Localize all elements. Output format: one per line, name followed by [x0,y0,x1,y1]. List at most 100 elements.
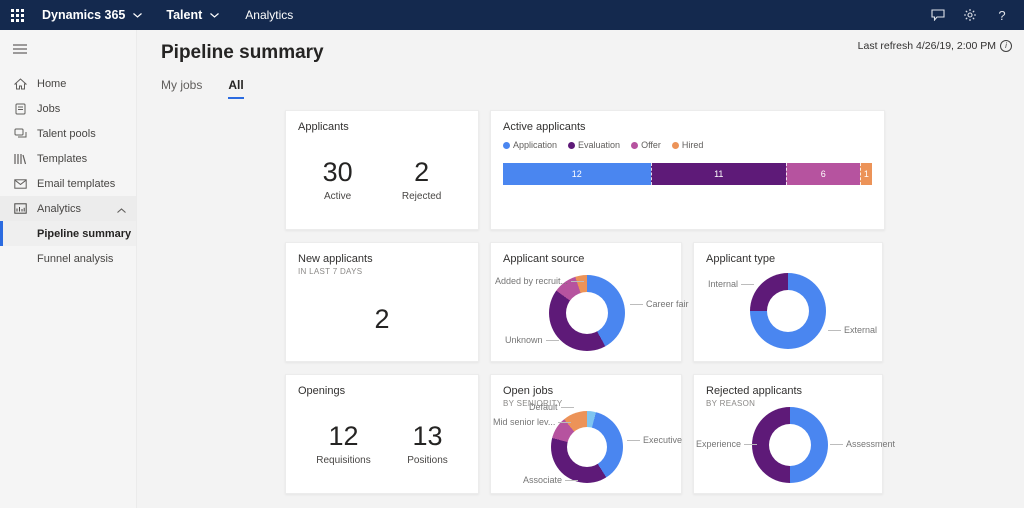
sidebar-item-talent-pools[interactable]: Talent pools [0,121,136,146]
card-title: Openings [298,385,346,397]
kpi-value: 30 [322,157,353,187]
donut-chart-applicant-source [549,275,625,351]
card-title: Applicant source [503,253,585,265]
sidebar-subitem-label: Funnel analysis [37,252,114,265]
donut-label-career-fair: Career fair [630,299,689,309]
kpi-value: 13 [412,421,443,451]
sidebar-item-email-templates[interactable]: Email templates [0,171,136,196]
help-icon[interactable]: ? [986,0,1018,30]
card-subtitle: BY SENIORITY [503,399,563,408]
kpi-requisitions: 12 Requisitions [316,421,370,466]
info-icon[interactable]: i [1000,40,1012,52]
donut-label-associate: Associate [523,475,579,485]
chart-legend: Application Evaluation Offer Hired [503,140,872,150]
legend-label: Application [513,140,558,150]
card-subtitle: IN LAST 7 DAYS [298,267,363,276]
sidebar-item-templates[interactable]: Templates [0,146,136,171]
app-name[interactable]: Dynamics 365 [42,8,125,22]
last-refresh: Last refresh 4/26/19, 2:00 PM i [858,40,1012,52]
bar-segment-hired: 1 [859,163,872,185]
donut-label-internal: Internal [708,279,755,289]
donut-label-executive: Executive [627,435,682,445]
donut-label-assessment: Assessment [830,439,895,449]
sidebar-item-label: Jobs [37,102,61,115]
home-icon [13,77,27,90]
dashboard-grid: Applicants 30 Active 2 Rejected Active a… [285,110,895,494]
kpi-positions: 13 Positions [407,421,448,466]
card-title: Rejected applicants [706,385,803,397]
legend-dot-offer [631,141,639,149]
page-title: Pipeline summary [161,42,324,63]
envelope-icon [13,178,27,189]
donut-label-external: External [828,325,877,335]
bar-segment-offer: 6 [785,163,860,185]
card-rejected-applicants: Rejected applicants BY REASON Experience… [693,374,895,494]
kpi-label: Requisitions [316,455,371,466]
menu-icon[interactable] [0,30,136,71]
people-cards-icon [13,128,27,139]
card-active-applicants: Active applicants Application Evaluation… [490,110,885,230]
legend-label: Offer [641,140,661,150]
main-content: Pipeline summary Last refresh 4/26/19, 2… [137,30,1024,508]
card-applicant-type: Applicant type Internal External [693,242,883,362]
settings-gear-icon[interactable] [954,0,986,30]
bar-segment-evaluation: 11 [650,163,786,185]
stacked-bar-chart: 12 11 6 1 [503,163,872,185]
sidebar-item-jobs[interactable]: Jobs [0,96,136,121]
kpi-rejected: 2 Rejected [402,157,441,202]
chevron-down-icon[interactable] [133,12,143,18]
kpi-value: 12 [328,421,359,451]
card-title: Open jobs [503,385,554,397]
sidebar-item-label: Talent pools [37,127,96,140]
legend-label: Hired [681,140,704,150]
donut-chart-rejected-applicants [752,407,828,483]
card-applicant-source: Applicant source Added by recruit... Car… [490,242,689,362]
card-applicants: Applicants 30 Active 2 Rejected [285,110,479,230]
card-title: Applicants [298,121,349,133]
kpi-label: Active [324,191,352,202]
chevron-up-icon[interactable] [117,204,126,216]
sidebar-item-analytics[interactable]: Analytics [0,196,136,221]
sidebar-subitem-funnel-analysis[interactable]: Funnel analysis [0,246,136,271]
sidebar-item-home[interactable]: Home [0,71,136,96]
last-refresh-text: Last refresh 4/26/19, 2:00 PM [857,40,996,52]
donut-chart-applicant-type [750,273,826,349]
kpi-value: 2 [374,304,390,334]
legend-label: Evaluation [578,140,621,150]
tab-bar: My jobs All [161,78,244,99]
card-new-applicants: New applicants IN LAST 7 DAYS 2 [285,242,479,362]
donut-label-added-by-recruiter: Added by recruit... [495,276,585,286]
sidebar-subitem-label: Pipeline summary [37,227,132,240]
legend-dot-evaluation [568,141,576,149]
kpi-value: 2 [414,157,430,187]
donut-label-default: Default [529,402,574,412]
left-navigation: Home Jobs Talent pools Templates Email t… [0,30,137,508]
library-icon [13,153,27,165]
donut-label-experience: Experience [696,439,758,449]
chart-icon [13,203,27,214]
feedback-icon[interactable] [922,0,954,30]
card-open-jobs: Open jobs BY SENIORITY Default Mid senio… [490,374,682,494]
legend-dot-hired [671,141,679,149]
briefcase-icon [13,103,27,115]
chevron-down-icon[interactable] [210,12,220,18]
top-app-bar: Dynamics 365 Talent Analytics ? [0,0,1024,30]
sidebar-item-label: Email templates [37,177,116,190]
bar-segment-application: 12 [503,163,651,185]
donut-label-mid-senior: Mid senior lev... [493,417,572,427]
kpi-active: 30 Active [323,157,353,202]
kpi-label: Positions [407,455,448,466]
breadcrumb-page: Analytics [245,8,294,22]
legend-dot-application [503,141,510,149]
card-title: New applicants [298,253,373,265]
card-title: Applicant type [706,253,776,265]
donut-label-unknown: Unknown [505,335,559,345]
card-openings: Openings 12 Requisitions 13 Positions [285,374,479,494]
tab-all[interactable]: All [228,78,244,99]
kpi-label: Rejected [401,191,442,202]
sidebar-item-label: Home [37,77,67,90]
tab-my-jobs[interactable]: My jobs [161,78,202,99]
module-name[interactable]: Talent [166,8,202,22]
sidebar-subitem-pipeline-summary[interactable]: Pipeline summary [0,221,136,246]
app-launcher-icon[interactable] [0,0,34,30]
